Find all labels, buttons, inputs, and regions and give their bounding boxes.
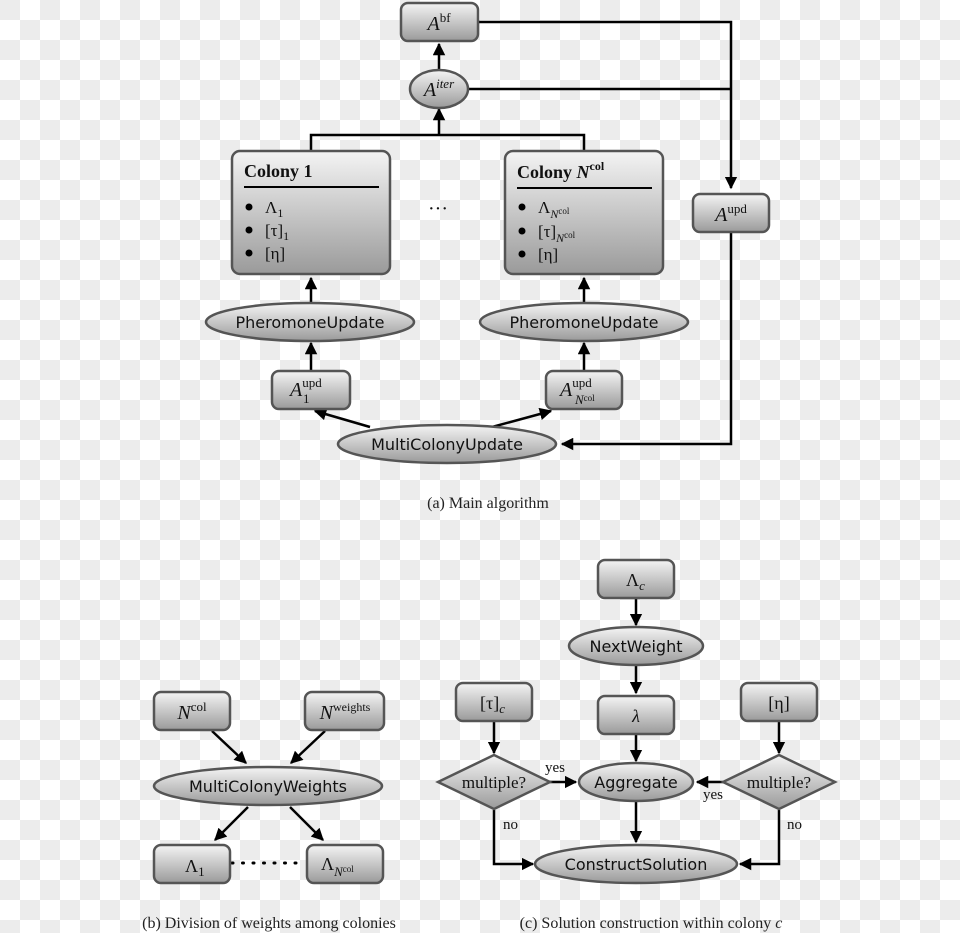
lambda-label: λ [631,706,640,726]
edge-colonies-join [309,133,586,150]
edge-mcw-to-lambda1 [214,806,249,841]
eta-label: [η] [768,693,789,713]
node-tau-c[interactable]: [τ]c [454,681,534,723]
edge-mcw-to-lambdan [289,806,324,841]
multiple-right-label: multiple? [747,773,811,792]
a1-upd-sub: 1 [303,391,310,406]
multi-colony-weights-label: MultiColonyWeights [189,777,347,796]
node-multiple-left[interactable]: multiple? [435,753,553,811]
figure-c-solution-construction: Λc NextWeight λ [τ]c [η] multiple? multi… [435,558,838,932]
figure-a-caption: (a) Main algorithm [427,495,549,512]
node-colony-1[interactable]: Colony 1 Λ1 [τ]1 [η] [230,149,392,276]
node-n-col[interactable]: Ncol [152,690,232,732]
node-an-upd[interactable]: Aupd Ncol [544,369,624,411]
node-n-weights[interactable]: Nweights [303,690,386,732]
edge-ncol-to-mcw [211,730,247,764]
node-lambda-c[interactable]: Λc [596,558,676,600]
edge-label-yes-right: yes [703,787,723,803]
node-lambda[interactable]: λ [596,694,676,736]
aggregate-label: Aggregate [594,773,677,792]
a-iter-sup: iter [436,76,455,91]
node-colony-n[interactable]: Colony Ncol ΛNcol [τ]Ncol [η] [503,149,665,276]
colony-1-title: Colony 1 [244,161,313,181]
a-upd-base: A [713,204,728,226]
bullet-icon [518,227,526,235]
bullet-icon [245,226,253,234]
pheromone-update-n-label: PheromoneUpdate [510,313,659,332]
multiple-left-label: multiple? [462,773,526,792]
a-bf-sup: bf [440,10,452,25]
node-construct-solution[interactable]: ConstructSolution [533,843,739,885]
node-lambda-1[interactable]: Λ1 [152,843,232,885]
figure-c-caption: (c) Solution construction within colony … [520,915,783,932]
node-aggregate[interactable]: Aggregate [577,761,695,803]
node-a-upd[interactable]: Aupd [691,192,771,234]
svg-text:[η]: [η] [538,245,558,264]
a-iter-base: A [422,79,437,101]
edge-multicolonyupdate-to-anupd [491,407,553,429]
figure-b-caption: (b) Division of weights among colonies [142,915,396,932]
edge-multiple-right-no [738,810,781,871]
next-weight-label: NextWeight [589,637,682,656]
pheromone-update-1-label: PheromoneUpdate [236,313,385,332]
a-upd-sup: upd [727,201,747,216]
bullet-icon [245,203,253,211]
edge-label-no-right: no [787,817,802,833]
edge-nweights-to-mcw [290,730,326,764]
node-pheromone-update-n[interactable]: PheromoneUpdate [478,301,690,343]
node-a1-upd[interactable]: Aupd 1 [270,369,352,411]
node-multi-colony-weights[interactable]: MultiColonyWeights [152,765,384,807]
node-lambda-n[interactable]: ΛNcol [305,843,385,885]
bullet-icon [518,250,526,258]
node-multi-colony-update[interactable]: MultiColonyUpdate [336,423,558,465]
a-bf-base: A [425,13,440,35]
node-multiple-right[interactable]: multiple? [720,753,838,811]
node-a-iter[interactable]: Aiter [408,68,470,110]
construct-solution-label: ConstructSolution [565,855,708,874]
edge-label-yes-left: yes [545,760,565,776]
node-eta[interactable]: [η] [739,681,819,723]
node-next-weight[interactable]: NextWeight [567,625,705,667]
bullet-icon [245,249,253,257]
figure-b-weight-division: Ncol Nweights MultiColonyWeights Λ1 ΛNco… [142,690,396,932]
colony-n-title-prefix: Colony [517,162,577,182]
node-a-bf[interactable]: Abf [399,1,480,43]
colony-ellipsis: ··· [428,198,448,220]
node-pheromone-update-1[interactable]: PheromoneUpdate [204,301,416,343]
multi-colony-update-label: MultiColonyUpdate [371,435,523,454]
edge-multicolonyupdate-to-a1upd [313,408,371,429]
svg-text:[η]: [η] [265,244,285,263]
figure-a-main-algorithm: Abf Aiter Aupd Colony 1 Λ1 [τ]1 [η] ··· … [204,1,771,512]
bullet-icon [518,203,526,211]
diagram-canvas: Abf Aiter Aupd Colony 1 Λ1 [τ]1 [η] ··· … [142,1,838,932]
edge-label-no-left: no [503,817,518,833]
